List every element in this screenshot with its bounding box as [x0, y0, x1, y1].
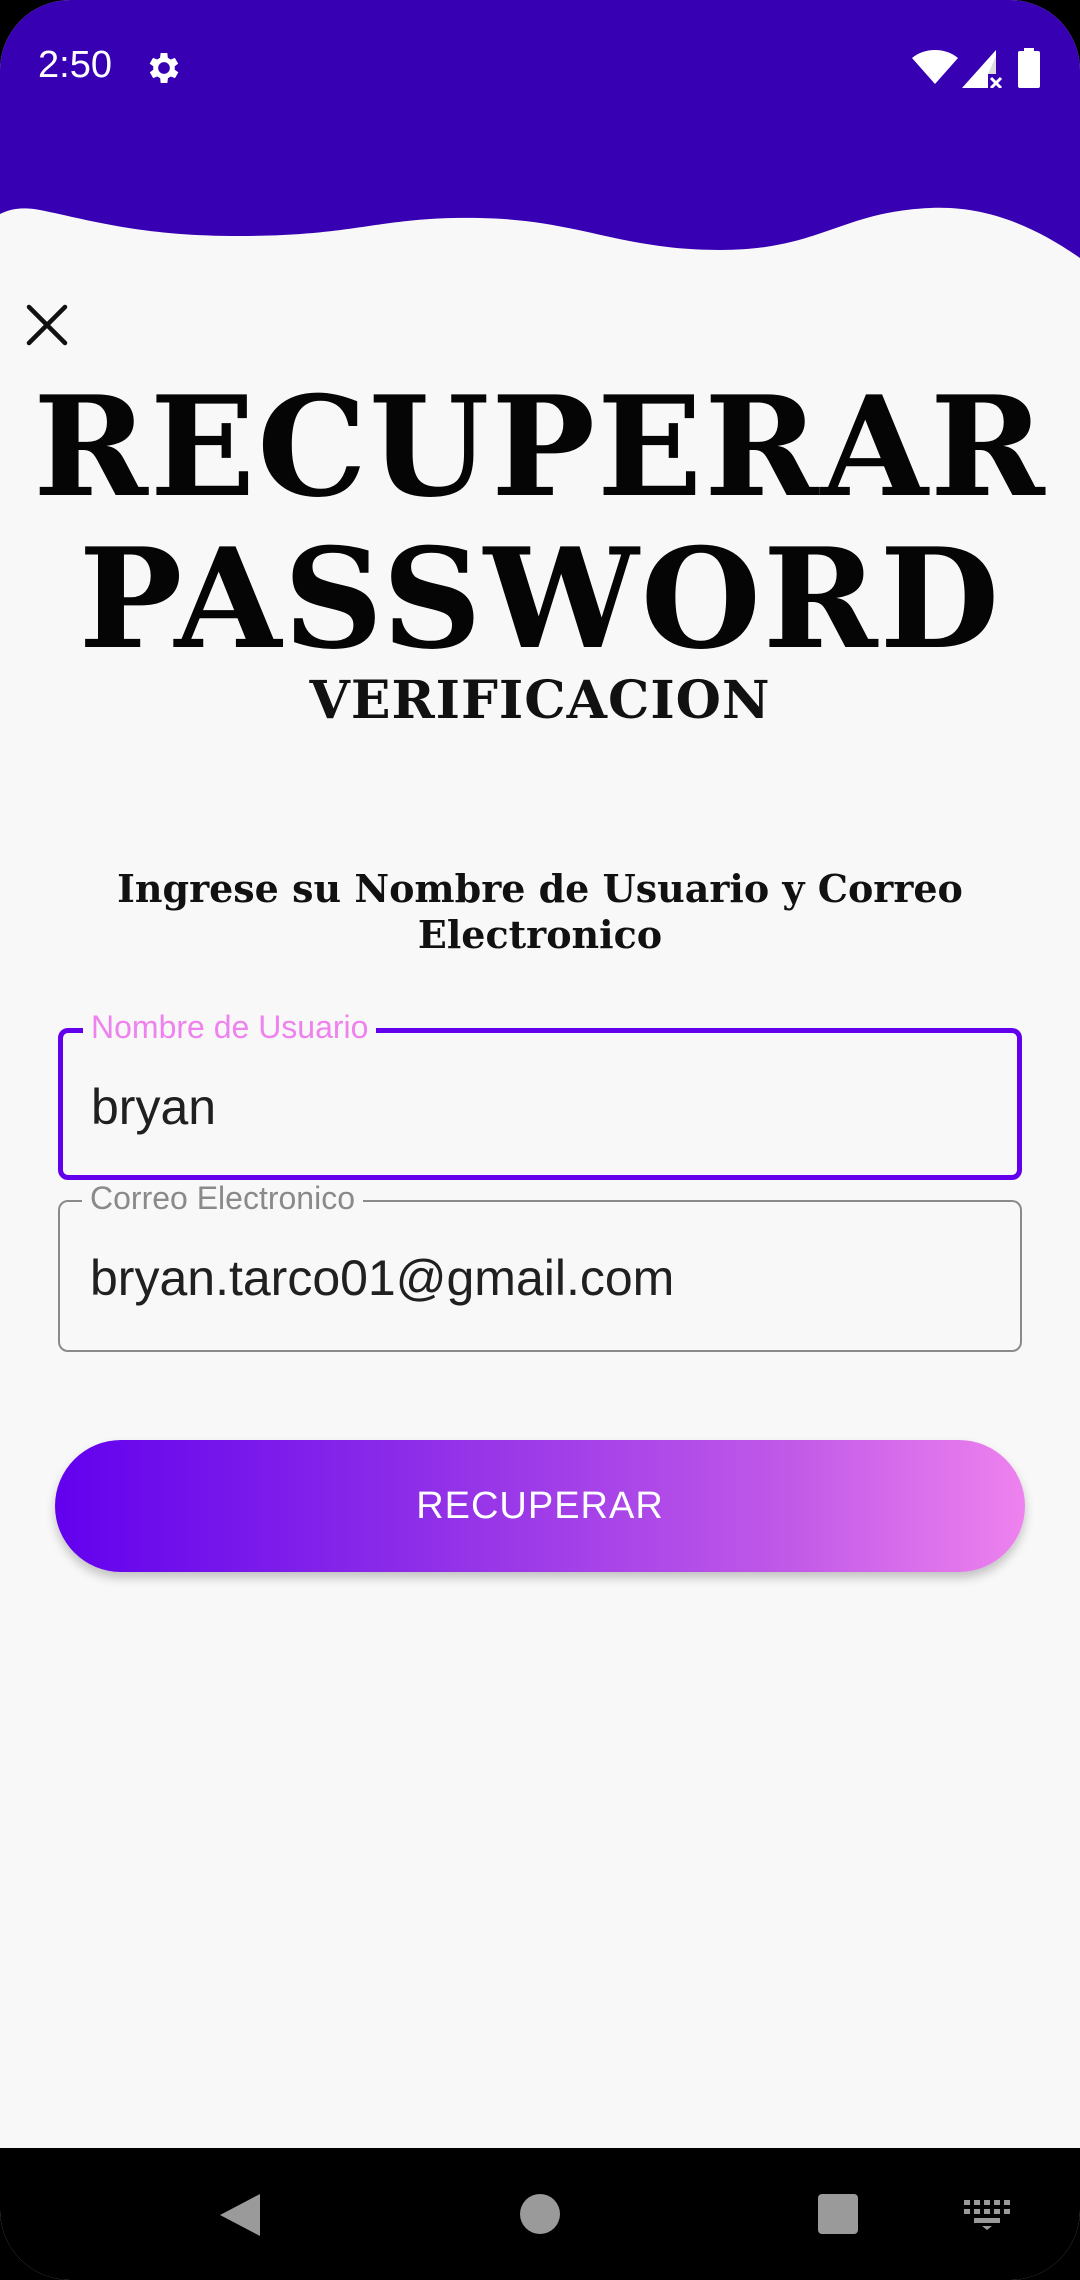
home-icon[interactable]	[520, 2194, 560, 2234]
gear-icon	[149, 53, 179, 83]
status-bar: 2:50	[0, 0, 1080, 136]
battery-icon	[1018, 48, 1040, 88]
keyboard-icon[interactable]	[964, 2200, 1010, 2230]
navigation-bar	[0, 2148, 1080, 2280]
wifi-icon	[912, 50, 958, 84]
username-label: Nombre de Usuario	[83, 1009, 377, 1045]
username-input[interactable]	[91, 1077, 991, 1137]
page-title-line2: PASSWORD	[78, 517, 1002, 680]
instruction-text: Ingrese su Nombre de Usuario y Correo El…	[117, 866, 963, 957]
signal-icon	[962, 50, 1003, 88]
username-field[interactable]: Nombre de Usuario	[58, 1009, 1022, 1180]
email-label: Correo Electronico	[82, 1180, 363, 1216]
back-icon[interactable]	[218, 2192, 262, 2238]
close-icon	[26, 304, 68, 346]
close-button[interactable]	[20, 298, 74, 352]
recents-icon[interactable]	[818, 2194, 858, 2234]
page-subtitle: VERIFICACION	[309, 670, 771, 731]
recover-button[interactable]: RECUPERAR	[55, 1440, 1025, 1572]
status-time: 2:50	[38, 44, 112, 86]
page-title-line1: RECUPERAR	[33, 365, 1047, 528]
email-field[interactable]: Correo Electronico	[58, 1180, 1022, 1352]
email-input[interactable]	[90, 1248, 990, 1308]
app-screen: 2:50 RECUPERAR PASSWORD VERIFICACION Ing…	[0, 0, 1080, 2280]
